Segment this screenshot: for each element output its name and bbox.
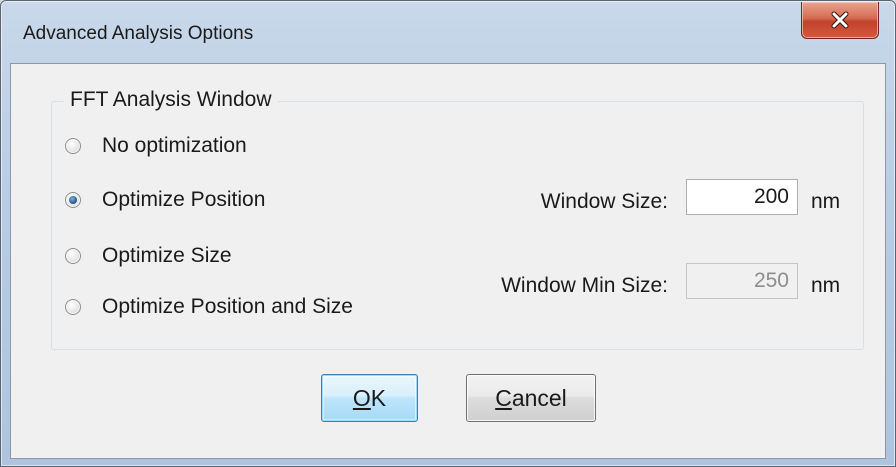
window-size-label: Window Size: bbox=[540, 190, 668, 213]
ok-mnemonic: O bbox=[352, 384, 371, 411]
ok-button[interactable]: OK bbox=[321, 374, 418, 422]
radio-label: Optimize Position and Size bbox=[102, 295, 353, 318]
ok-label-rest: K bbox=[370, 384, 387, 411]
radio-button[interactable] bbox=[65, 248, 81, 264]
window-title: Advanced Analysis Options bbox=[23, 23, 254, 44]
radio-label: No optimization bbox=[102, 134, 247, 157]
close-x-icon bbox=[830, 11, 850, 29]
radio-optimize-position-and-size[interactable]: Optimize Position and Size bbox=[65, 295, 353, 319]
radio-no-optimization[interactable]: No optimization bbox=[65, 134, 247, 158]
radio-optimize-position[interactable]: Optimize Position bbox=[65, 188, 265, 212]
window-min-size-label: Window Min Size: bbox=[501, 274, 668, 297]
radio-button-selected[interactable] bbox=[65, 192, 81, 208]
window-size-input[interactable] bbox=[686, 179, 798, 215]
cancel-label-rest: ancel bbox=[511, 384, 567, 411]
radio-label: Optimize Position bbox=[102, 188, 266, 211]
radio-button[interactable] bbox=[65, 138, 81, 154]
radio-button[interactable] bbox=[65, 299, 81, 315]
radio-optimize-size[interactable]: Optimize Size bbox=[65, 244, 232, 268]
window-min-size-unit: nm bbox=[811, 274, 841, 297]
dialog-window: Advanced Analysis Options FFT Analysis W… bbox=[0, 0, 896, 467]
fft-analysis-window-group: FFT Analysis Window No optimization Opti… bbox=[51, 88, 864, 350]
cancel-button[interactable]: Cancel bbox=[466, 374, 596, 422]
window-size-unit: nm bbox=[811, 190, 841, 213]
close-button[interactable] bbox=[801, 2, 879, 39]
group-label: FFT Analysis Window bbox=[64, 88, 278, 112]
dialog-client-area: FFT Analysis Window No optimization Opti… bbox=[10, 63, 886, 459]
window-min-size-input bbox=[686, 263, 798, 299]
radio-label: Optimize Size bbox=[102, 244, 232, 267]
title-bar[interactable]: Advanced Analysis Options bbox=[1, 1, 895, 63]
cancel-mnemonic: C bbox=[495, 384, 512, 411]
